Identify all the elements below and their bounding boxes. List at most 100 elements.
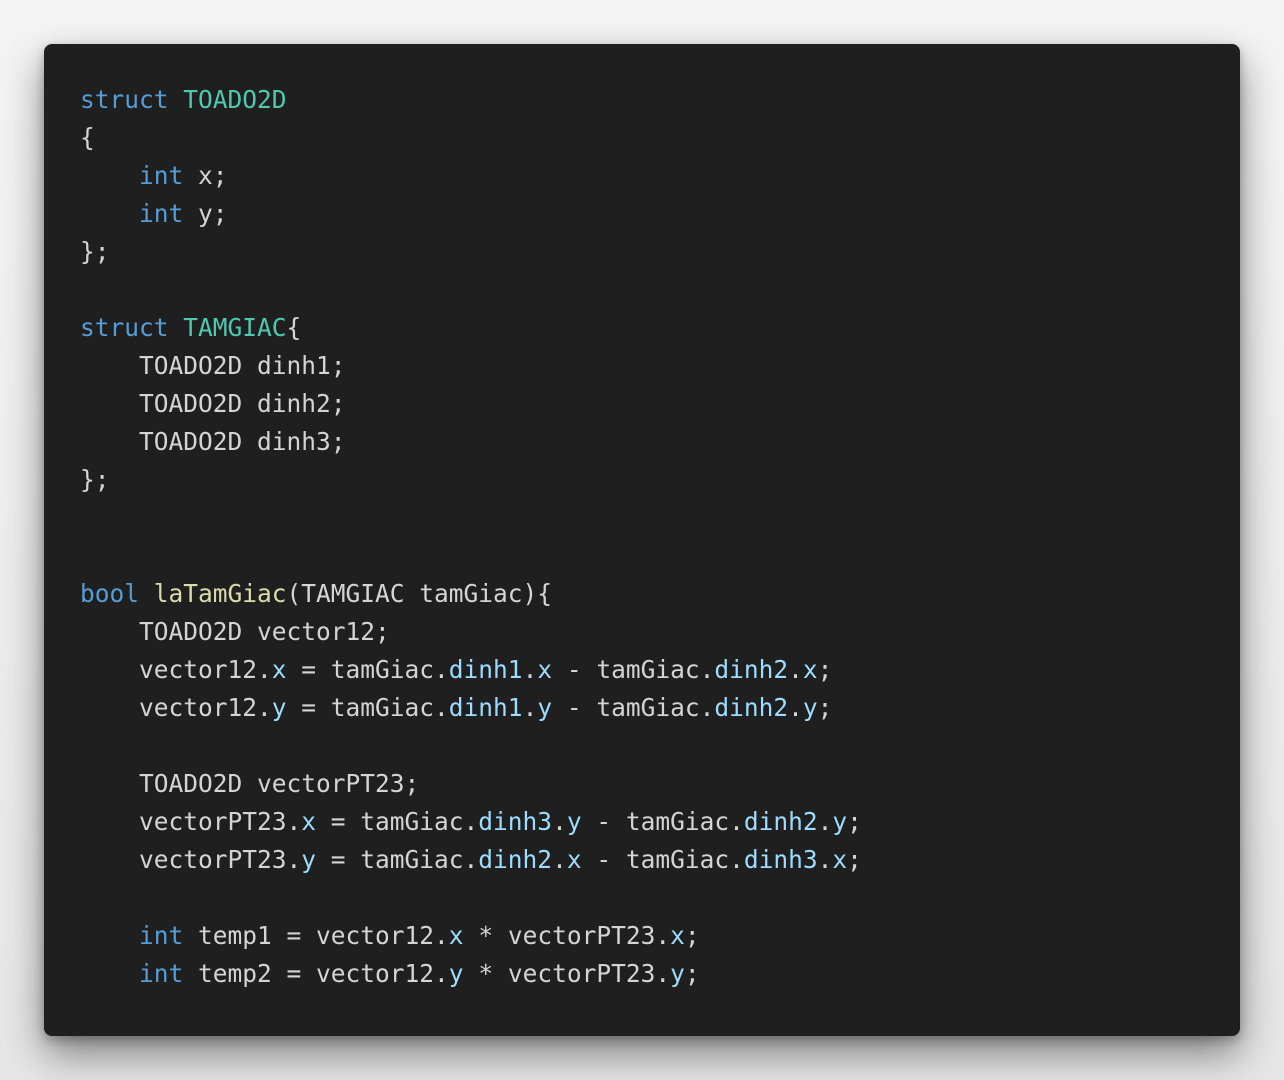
code-text-token: = tamGiac. — [316, 807, 479, 836]
code-text-token: ; — [817, 693, 833, 722]
keyword-token: int — [139, 959, 184, 988]
code-text-token: { — [286, 313, 302, 342]
code-text-token: vectorPT23. — [80, 845, 302, 874]
code-text-token: ; — [684, 959, 700, 988]
code-block: struct TOADO2D { int x; int y;}; struct TA… — [80, 81, 1240, 993]
keyword-token: int — [139, 921, 184, 950]
property-token: x — [537, 655, 553, 684]
property-token: y — [271, 693, 287, 722]
property-token: dinh3 — [478, 807, 553, 836]
property-token: x — [448, 921, 464, 950]
code-text-token: vectorPT23. — [80, 807, 302, 836]
code-text-token: . — [552, 807, 567, 836]
keyword-token: int — [139, 199, 184, 228]
code-line: { — [80, 119, 1240, 157]
code-line: TOADO2D dinh2; — [80, 385, 1240, 423]
type-token: TAMGIAC — [183, 313, 287, 342]
code-text-token: temp1 = vector12. — [183, 921, 449, 950]
code-line: int x; — [80, 157, 1240, 195]
property-token: x — [670, 921, 685, 950]
function-name-token: laTamGiac — [153, 579, 287, 608]
code-text-token: - tamGiac. — [581, 845, 744, 874]
property-token: y — [537, 693, 553, 722]
property-token: y — [802, 693, 818, 722]
code-text-token: * vectorPT23. — [463, 959, 671, 988]
code-line: TOADO2D vectorPT23; — [80, 765, 1240, 803]
code-text-token: { — [80, 123, 95, 152]
property-token: y — [832, 807, 848, 836]
property-token: dinh2 — [478, 845, 553, 874]
code-text-token: - tamGiac. — [552, 693, 715, 722]
code-text-token: = tamGiac. — [286, 655, 449, 684]
code-text-token: = tamGiac. — [316, 845, 479, 874]
code-text-token: . — [788, 693, 803, 722]
code-line: TOADO2D dinh3; — [80, 423, 1240, 461]
code-line: vectorPT23.y = tamGiac.dinh2.x - tamGiac… — [80, 841, 1240, 879]
keyword-token: struct — [80, 313, 169, 342]
code-line: struct TOADO2D — [80, 81, 1240, 119]
code-snippet-window: struct TOADO2D { int x; int y;}; struct TA… — [44, 44, 1240, 1036]
property-token: y — [301, 845, 317, 874]
code-line: }; — [80, 461, 1240, 499]
property-token: dinh2 — [743, 807, 818, 836]
code-text-token: - tamGiac. — [581, 807, 744, 836]
code-text-token: . — [552, 845, 567, 874]
code-text-token: . — [788, 655, 803, 684]
property-token: x — [802, 655, 818, 684]
code-text-token: }; — [80, 465, 110, 494]
code-text-token: vector12. — [80, 693, 272, 722]
code-text-token: TOADO2D vector12; — [80, 617, 390, 646]
code-text-token: x; — [183, 161, 228, 190]
code-text-token: y; — [183, 199, 228, 228]
code-text-token: . — [522, 655, 538, 684]
code-text-token: = tamGiac. — [286, 693, 449, 722]
code-line: vector12.x = tamGiac.dinh1.x - tamGiac.d… — [80, 651, 1240, 689]
code-line: TOADO2D dinh1; — [80, 347, 1240, 385]
code-text-token: TOADO2D dinh3; — [80, 427, 346, 456]
property-token: dinh1 — [448, 693, 523, 722]
property-token: x — [832, 845, 848, 874]
code-text-token: ; — [684, 921, 700, 950]
code-text-token: ; — [847, 807, 862, 836]
keyword-token: bool — [80, 579, 140, 608]
code-text-token: TOADO2D dinh1; — [80, 351, 346, 380]
code-text-token: . — [522, 693, 538, 722]
code-text-token: ; — [817, 655, 833, 684]
code-text-token: temp2 = vector12. — [183, 959, 449, 988]
property-token: dinh2 — [714, 693, 789, 722]
keyword-token: int — [139, 161, 184, 190]
property-token: dinh1 — [448, 655, 523, 684]
property-token: x — [566, 845, 582, 874]
code-line: TOADO2D vector12; — [80, 613, 1240, 651]
code-text-token: TOADO2D dinh2; — [80, 389, 346, 418]
code-text-token: * vectorPT23. — [463, 921, 671, 950]
code-line: bool laTamGiac(TAMGIAC tamGiac){ — [80, 575, 1240, 613]
code-line: vectorPT23.x = tamGiac.dinh3.y - tamGiac… — [80, 803, 1240, 841]
code-text-token: - tamGiac. — [552, 655, 715, 684]
property-token: y — [448, 959, 464, 988]
property-token: x — [301, 807, 317, 836]
property-token: x — [271, 655, 287, 684]
code-text-token: (TAMGIAC tamGiac){ — [286, 579, 553, 608]
code-text-token: . — [817, 807, 833, 836]
property-token: dinh2 — [714, 655, 789, 684]
code-line: vector12.y = tamGiac.dinh1.y - tamGiac.d… — [80, 689, 1240, 727]
type-token: TOADO2D — [183, 85, 287, 114]
code-line: struct TAMGIAC{ — [80, 309, 1240, 347]
property-token: y — [670, 959, 685, 988]
code-text-token: . — [817, 845, 833, 874]
code-line: int temp1 = vector12.x * vectorPT23.x; — [80, 917, 1240, 955]
code-text-token: TOADO2D vectorPT23; — [80, 769, 420, 798]
property-token: y — [566, 807, 582, 836]
